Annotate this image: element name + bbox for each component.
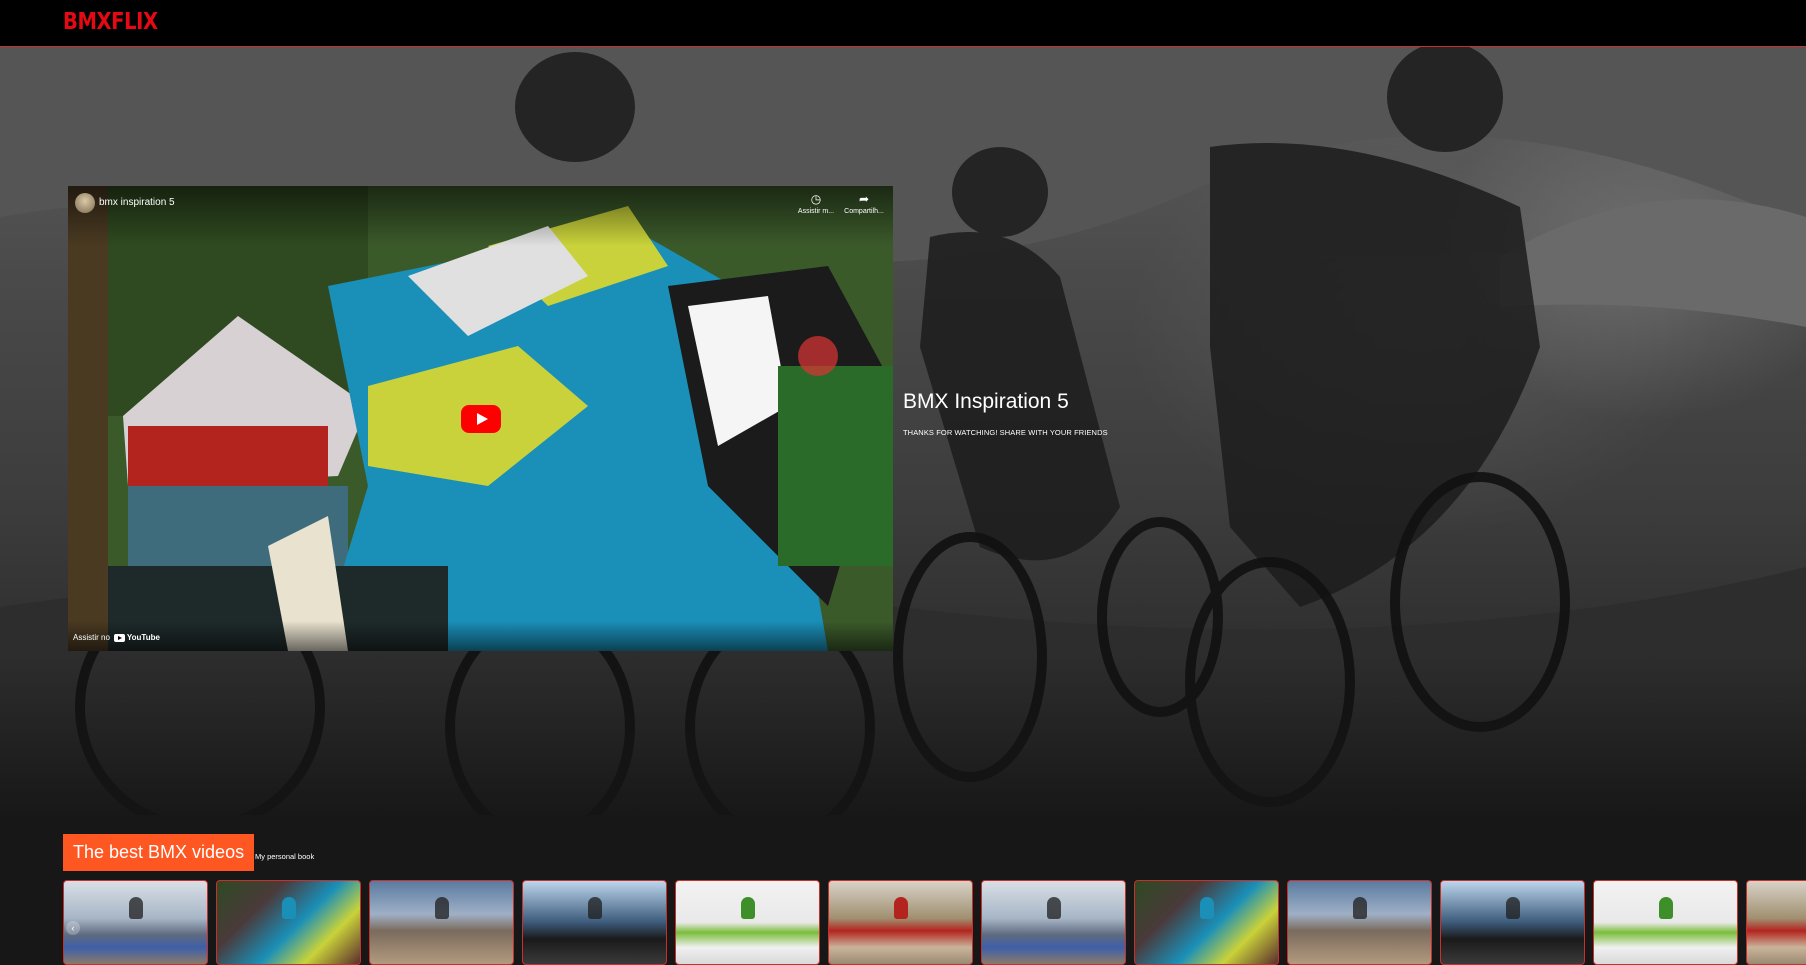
player-top-bar: [68, 186, 893, 246]
video-thumbnail[interactable]: [522, 880, 667, 965]
rider-figure: [1352, 897, 1367, 919]
hero-banner: bmx inspiration 5 ◷ Assistir m... ➦ Comp…: [0, 47, 1806, 815]
video-title[interactable]: bmx inspiration 5: [99, 197, 175, 208]
videos-section: The best BMX videos My personal book ‹: [0, 815, 1806, 965]
share-button[interactable]: ➦ Compartilh...: [842, 192, 886, 216]
carousel-prev-arrow-icon[interactable]: ‹: [66, 921, 80, 935]
hero-video-title: BMX Inspiration 5: [903, 390, 1069, 413]
channel-avatar[interactable]: [75, 193, 95, 213]
video-thumbnail[interactable]: [1287, 880, 1432, 965]
hero-gradient-overlay: [0, 655, 1806, 815]
hero-video-subtitle: THANKS FOR WATCHING! SHARE WITH YOUR FRI…: [903, 428, 1108, 437]
video-thumbnail[interactable]: [828, 880, 973, 965]
rider-figure: [587, 897, 602, 919]
video-thumbnail[interactable]: [1593, 880, 1738, 965]
youtube-logo: YouTube: [113, 633, 160, 642]
section-title: The best BMX videos: [63, 834, 255, 871]
watch-on-youtube-link[interactable]: Assistir no YouTube: [73, 633, 160, 642]
share-icon: ➦: [858, 192, 870, 206]
rider-figure: [1658, 897, 1673, 919]
video-thumbnail[interactable]: [369, 880, 514, 965]
watch-on-label: Assistir no: [73, 633, 110, 642]
rider-figure: [128, 897, 143, 919]
rider-figure: [281, 897, 296, 919]
section-subtitle: My personal book: [255, 852, 315, 861]
video-thumbnail[interactable]: [216, 880, 361, 965]
video-thumbnail[interactable]: ‹: [63, 880, 208, 965]
player-bottom-bar: [68, 621, 893, 651]
video-thumbnail[interactable]: [675, 880, 820, 965]
watch-later-label: Assistir m...: [797, 208, 835, 215]
top-navbar: BMXFLIX: [0, 0, 1806, 47]
watch-later-button[interactable]: ◷ Assistir m...: [794, 192, 838, 216]
video-player[interactable]: bmx inspiration 5 ◷ Assistir m... ➦ Comp…: [68, 186, 893, 651]
rider-figure: [740, 897, 755, 919]
video-thumbnail[interactable]: [1134, 880, 1279, 965]
video-carousel[interactable]: ‹: [63, 880, 1806, 965]
clock-icon: ◷: [810, 192, 822, 206]
video-thumbnail[interactable]: [1440, 880, 1585, 965]
youtube-label: YouTube: [126, 633, 160, 642]
rider-figure: [893, 897, 908, 919]
rider-figure: [434, 897, 449, 919]
play-button[interactable]: [461, 405, 501, 433]
share-label: Compartilh...: [844, 208, 884, 215]
video-thumbnail[interactable]: [1746, 880, 1806, 965]
video-thumbnail[interactable]: [981, 880, 1126, 965]
rider-figure: [1505, 897, 1520, 919]
rider-figure: [1046, 897, 1061, 919]
youtube-icon: [113, 633, 125, 642]
rider-figure: [1199, 897, 1214, 919]
bmxflix-logo[interactable]: BMXFLIX: [63, 9, 158, 35]
